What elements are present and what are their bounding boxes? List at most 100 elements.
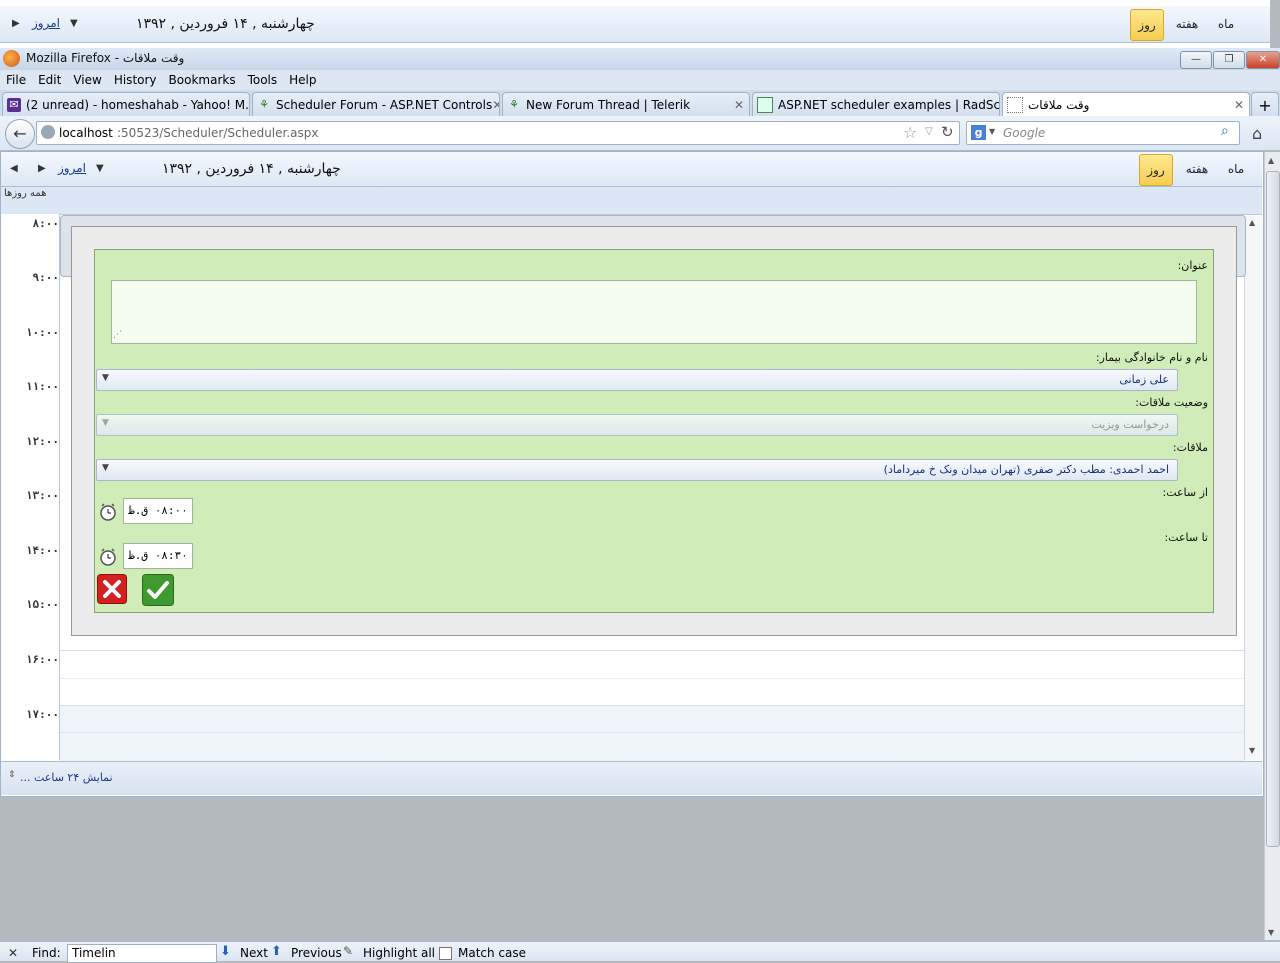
hour-label: ۱۲:۰۰ <box>25 435 59 448</box>
hour-label: ۱۳:۰۰ <box>25 489 59 502</box>
close-window-button[interactable]: ✕ <box>1246 51 1280 69</box>
tab-label: ASP.NET scheduler examples | RadSc... <box>778 98 1000 112</box>
bg-today-link[interactable]: امروز <box>32 16 60 30</box>
all-day-label: همه روزها <box>4 188 47 199</box>
find-next-button[interactable]: Next <box>240 946 268 960</box>
close-tab-icon[interactable]: ✕ <box>734 98 744 112</box>
close-find-bar-icon[interactable]: ✕ <box>8 946 18 960</box>
close-tab-icon[interactable]: ✕ <box>492 98 499 112</box>
tab-label: وقت ملاقات <box>1028 98 1090 112</box>
hour-label: ۸:۰۰ <box>32 217 60 230</box>
tab-scheduler-forum[interactable]: ⚘ Scheduler Forum - ASP.NET Controls ✕ <box>252 92 500 117</box>
telerik-icon: ⚘ <box>259 98 269 111</box>
tab-label: (2 unread) - homeshahab - Yahoo! M... <box>26 98 250 112</box>
from-time-input[interactable]: ۰۸:۰۰ ق.ظ <box>123 498 193 524</box>
search-engine-dropdown-icon[interactable]: ▼ <box>989 127 995 136</box>
tab-label: New Forum Thread | Telerik <box>526 98 691 112</box>
non-working-hours <box>60 705 1244 761</box>
meeting-combobox[interactable]: ▼ احمد احمدی: مطب دکتر صفری (تهران میدان… <box>96 459 1178 481</box>
show-24-hours-link[interactable]: نمایش ۲۴ ساعت ... <box>20 771 113 784</box>
menu-view[interactable]: View <box>67 70 107 90</box>
to-time-input[interactable]: ۰۸:۳۰ ق.ظ <box>123 543 193 569</box>
patient-value: علی زمانی <box>1119 373 1169 386</box>
page-scroll-down-icon[interactable]: ▼ <box>1268 928 1274 937</box>
save-button[interactable] <box>142 574 174 606</box>
maximize-button[interactable]: ❐ <box>1213 51 1245 69</box>
url-dropdown-icon[interactable]: ▽ <box>925 126 933 137</box>
new-tab-button[interactable]: + <box>1251 92 1279 117</box>
menu-history[interactable]: History <box>108 70 163 90</box>
tab-appointment[interactable]: وقت ملاقات ✕ <box>1002 92 1250 117</box>
title-textarea[interactable] <box>111 280 1197 344</box>
reload-icon[interactable]: ↻ <box>941 123 954 141</box>
scheduler-scrollbar[interactable]: ▲ ▼ <box>1244 216 1262 760</box>
menu-file[interactable]: File <box>0 70 32 90</box>
scroll-up-icon[interactable]: ▲ <box>1249 218 1255 227</box>
today-link[interactable]: امروز <box>58 161 86 175</box>
scheduler-date-label: چهارشنبه , ۱۴ فروردین , ۱۳۹۲ <box>162 161 341 177</box>
to-clock-icon[interactable] <box>99 548 117 566</box>
hour-label: ۱۱:۰۰ <box>25 380 59 393</box>
highlight-all-button[interactable]: Highlight all <box>363 946 435 960</box>
bookmark-star-icon[interactable]: ☆ <box>903 123 917 142</box>
bg-view-month[interactable]: ماه <box>1212 16 1240 32</box>
bg-dropdown-icon[interactable]: ▼ <box>70 18 78 29</box>
down-arrow-icon[interactable]: ⬇ <box>220 944 231 959</box>
resize-grip-icon[interactable]: ⋰ <box>113 330 122 340</box>
bg-view-day[interactable]: روز <box>1130 9 1164 41</box>
menu-tools[interactable]: Tools <box>242 70 284 90</box>
page-scroll-up-icon[interactable]: ▲ <box>1268 156 1274 165</box>
view-week-tab[interactable]: هفته <box>1180 161 1214 177</box>
match-case-checkbox[interactable] <box>439 947 452 960</box>
title-label: عنوان: <box>1177 259 1208 272</box>
tab-label: Scheduler Forum - ASP.NET Controls <box>276 98 493 112</box>
from-clock-icon[interactable] <box>99 503 117 521</box>
url-bar[interactable]: localhost :50523/Scheduler/Scheduler.asp… <box>36 121 960 145</box>
search-icon[interactable]: ⌕ <box>1221 123 1229 139</box>
combo-arrow-icon[interactable]: ▼ <box>102 373 109 383</box>
patient-combobox[interactable]: ▼ علی زمانی <box>96 369 1178 391</box>
up-arrow-icon[interactable]: ⬆ <box>271 944 282 959</box>
all-day-row <box>1 187 1262 215</box>
view-month-tab[interactable]: ماه <box>1222 161 1250 177</box>
tab-new-forum-thread[interactable]: ⚘ New Forum Thread | Telerik ✕ <box>502 92 750 117</box>
firefox-logo-icon <box>3 50 20 67</box>
menu-edit[interactable]: Edit <box>32 70 67 90</box>
bg-view-week[interactable]: هفته <box>1170 16 1204 32</box>
search-bar[interactable]: g ▼ Google ⌕ <box>966 121 1240 145</box>
combo-arrow-icon[interactable]: ▼ <box>102 418 109 428</box>
status-combobox[interactable]: ▼ درخواست ویزیت <box>96 414 1178 436</box>
tab-scheduler-examples[interactable]: ASP.NET scheduler examples | RadSc... ✕ <box>752 92 1000 117</box>
time-column <box>1 214 60 760</box>
prev-day-arrow-icon[interactable]: ◀ <box>10 163 18 174</box>
page-icon <box>757 97 773 113</box>
bg-date-label: چهارشنبه , ۱۴ فروردین , ۱۳۹۲ <box>136 16 315 32</box>
close-tab-icon[interactable]: ✕ <box>1234 98 1244 112</box>
tab-yahoo-mail[interactable]: ✉ (2 unread) - homeshahab - Yahoo! M... … <box>2 92 250 117</box>
url-host: localhost <box>59 126 113 140</box>
site-identity-icon[interactable] <box>41 125 55 139</box>
minimize-button[interactable]: — <box>1180 51 1212 69</box>
window-title: وقت ملاقات - Mozilla Firefox <box>26 51 185 65</box>
view-day-tab[interactable]: روز <box>1139 154 1173 186</box>
hour-label: ۱۵:۰۰ <box>25 598 59 611</box>
find-previous-button[interactable]: Previous <box>291 946 342 960</box>
next-day-arrow-icon[interactable]: ▶ <box>38 163 46 174</box>
cancel-button[interactable] <box>97 574 127 604</box>
find-input[interactable]: Timelin <box>67 944 217 963</box>
menu-help[interactable]: Help <box>283 70 322 90</box>
page-scroll-thumb[interactable] <box>1266 171 1280 847</box>
meeting-value: احمد احمدی: مطب دکتر صفری (تهران میدان و… <box>883 463 1169 476</box>
combo-arrow-icon[interactable]: ▼ <box>102 463 109 473</box>
menu-bookmarks[interactable]: Bookmarks <box>163 70 242 90</box>
date-picker-dropdown-icon[interactable]: ▼ <box>96 163 104 174</box>
hour-label: ۹:۰۰ <box>32 271 60 284</box>
back-arrow-icon[interactable]: ← <box>5 119 35 149</box>
scroll-down-icon[interactable]: ▼ <box>1249 746 1255 755</box>
home-icon[interactable]: ⌂ <box>1252 124 1262 143</box>
half-hour-gridline <box>60 732 1244 733</box>
bg-next-arrow-icon[interactable]: ▶ <box>12 18 20 29</box>
expand-collapse-icon[interactable]: ⇕ <box>8 770 16 780</box>
background-scheduler: روز هفته ماه چهارشنبه , ۱۴ فروردین , ۱۳۹… <box>0 0 1270 49</box>
google-icon[interactable]: g <box>971 125 986 140</box>
